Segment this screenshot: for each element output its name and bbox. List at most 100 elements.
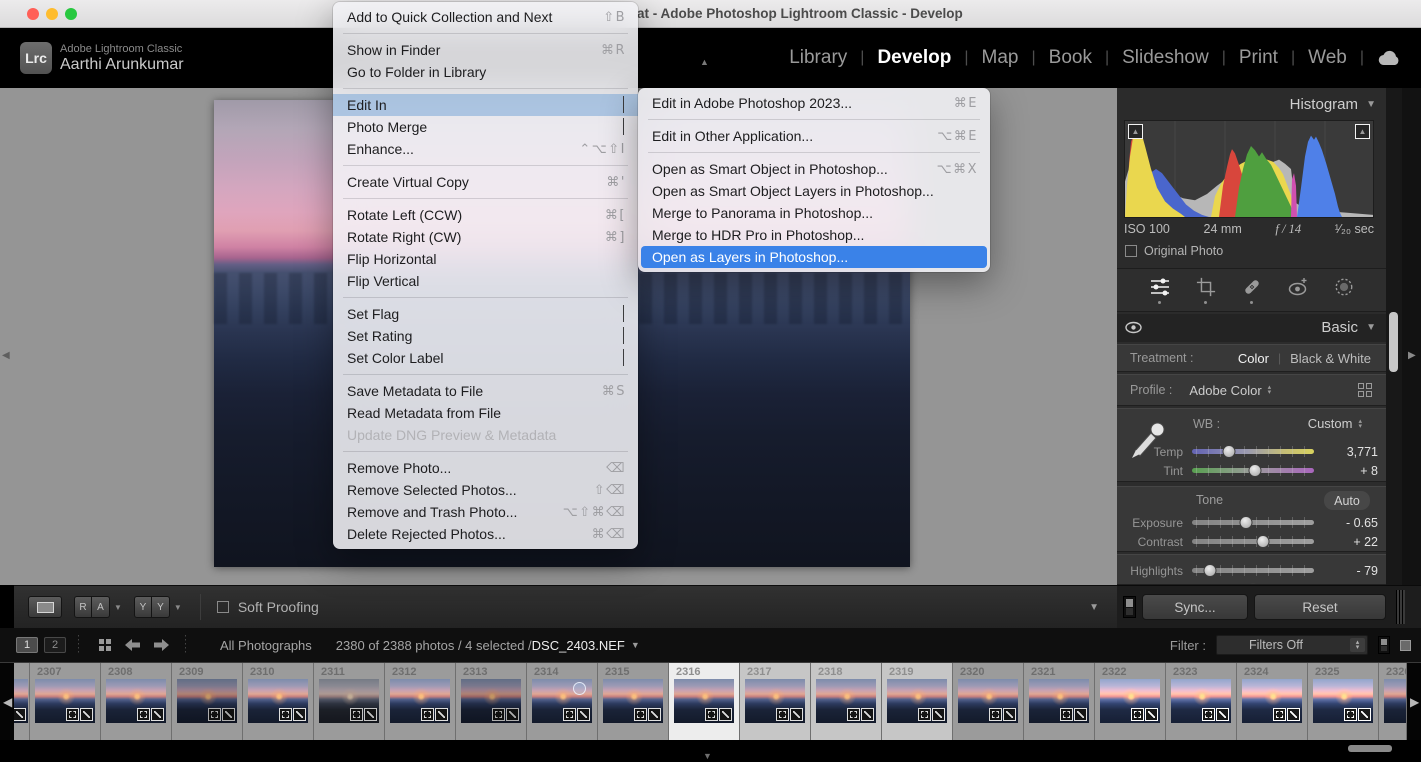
crop-badge-icon[interactable] — [208, 708, 221, 721]
left-panel-reveal-icon[interactable]: ◀ — [2, 350, 10, 361]
filmstrip-thumbnail-2326[interactable]: 2326 — [1379, 663, 1407, 741]
panel-eye-icon[interactable] — [1125, 321, 1142, 334]
crop-badge-icon[interactable] — [563, 708, 576, 721]
update-dng-preview-metadata-menu-item[interactable]: Update DNG Preview & Metadata — [333, 424, 638, 446]
flip-horizontal-menu-item[interactable]: Flip Horizontal — [333, 248, 638, 270]
loupe-view-button[interactable] — [28, 596, 62, 618]
edit-in-other-application-menu-item[interactable]: Edit in Other Application...⌥⌘E — [638, 125, 990, 147]
before-after-dropdown-icon[interactable]: ▼ — [174, 603, 182, 612]
adjustment-badge-icon[interactable] — [1074, 708, 1087, 721]
source-label[interactable]: All Photographs — [220, 638, 312, 653]
filmstrip-thumbnail-2317[interactable]: 2317 — [740, 663, 811, 741]
crop-badge-icon[interactable] — [634, 708, 647, 721]
before-view-button[interactable]: Y — [134, 596, 152, 618]
filmstrip-thumbnail-2322[interactable]: 2322 — [1095, 663, 1166, 741]
module-tab-library[interactable]: Library — [789, 47, 847, 69]
edit-in-adobe-photoshop-2023-menu-item[interactable]: Edit in Adobe Photoshop 2023...⌘E — [638, 92, 990, 114]
adjustment-badge-icon[interactable] — [790, 708, 803, 721]
profile-stepper-icon[interactable]: ▴▾ — [1268, 385, 1272, 395]
catalog-status[interactable]: 2380 of 2388 photos / 4 selected / DSC_2… — [336, 638, 640, 653]
grid-view-icon[interactable] — [99, 639, 111, 651]
reset-button[interactable]: Reset — [1254, 594, 1386, 620]
filmstrip-thumbnail-2315[interactable]: 2315 — [598, 663, 669, 741]
contrast-slider-thumb[interactable] — [1256, 535, 1269, 548]
filmstrip-scroll-left-icon[interactable]: ◀ — [3, 695, 12, 709]
adjustment-badge-icon[interactable] — [293, 708, 306, 721]
crop-badge-icon[interactable] — [918, 708, 931, 721]
close-button[interactable] — [27, 8, 39, 20]
auto-tone-button[interactable]: Auto — [1324, 491, 1370, 510]
adjustment-badge-icon[interactable] — [1003, 708, 1016, 721]
highlights-slider-track[interactable] — [1192, 568, 1314, 573]
add-to-quick-collection-and-next-menu-item[interactable]: Add to Quick Collection and Next⇧B — [333, 6, 638, 28]
crop-badge-icon[interactable] — [421, 708, 434, 721]
crop-badge-icon[interactable] — [989, 708, 1002, 721]
merge-to-hdr-pro-in-photoshop-menu-item[interactable]: Merge to HDR Pro in Photoshop... — [638, 224, 990, 246]
adjustment-badge-icon[interactable] — [719, 708, 732, 721]
compare-dropdown-icon[interactable]: ▼ — [114, 603, 122, 612]
soft-proofing-checkbox[interactable] — [217, 601, 229, 613]
contrast-slider-track[interactable] — [1192, 539, 1314, 544]
temp-slider[interactable]: Temp3,771 — [1117, 442, 1386, 461]
module-tab-print[interactable]: Print — [1239, 47, 1278, 69]
crop-badge-icon[interactable] — [66, 708, 79, 721]
adjustment-badge-icon[interactable] — [577, 708, 590, 721]
crop-badge-icon[interactable] — [1344, 708, 1357, 721]
histogram[interactable]: ▲ ▲ — [1124, 120, 1374, 218]
crop-badge-icon[interactable] — [776, 708, 789, 721]
before-after-buttons[interactable]: Y Y — [134, 596, 170, 618]
adjustment-badge-icon[interactable] — [222, 708, 235, 721]
filmstrip-thumbnail-2321[interactable]: 2321 — [1024, 663, 1095, 741]
filmstrip-thumbnail-2312[interactable]: 2312 — [385, 663, 456, 741]
filter-stepper-icon[interactable]: ▴▾ — [1350, 638, 1365, 652]
basic-disclosure-icon[interactable]: ▼ — [1366, 322, 1376, 333]
crop-badge-icon[interactable] — [1202, 708, 1215, 721]
original-photo-checkbox[interactable] — [1125, 245, 1137, 257]
treatment-bw-option[interactable]: Black & White — [1290, 351, 1371, 366]
sync-toggle-switch[interactable] — [1123, 596, 1136, 618]
crop-tool-button[interactable] — [1195, 277, 1217, 304]
second-window-button[interactable]: 2 — [44, 637, 66, 653]
previous-photo-icon[interactable] — [125, 639, 140, 651]
save-metadata-to-file-menu-item[interactable]: Save Metadata to File⌘S — [333, 380, 638, 402]
adjustment-badge-icon[interactable] — [364, 708, 377, 721]
filmstrip-thumbnail-2309[interactable]: 2309 — [172, 663, 243, 741]
exposure-slider-thumb[interactable] — [1239, 516, 1252, 529]
crop-badge-icon[interactable] — [279, 708, 292, 721]
after-view-button[interactable]: Y — [152, 596, 170, 618]
enhance-menu-item[interactable]: Enhance...⌃⌥⇧I — [333, 138, 638, 160]
reference-view-button[interactable]: R — [74, 596, 92, 618]
filmstrip-scroll-right-icon[interactable]: ▶ — [1410, 695, 1419, 709]
next-photo-icon[interactable] — [154, 639, 169, 651]
filmstrip-thumbnail-2313[interactable]: 2313 — [456, 663, 527, 741]
crop-badge-icon[interactable] — [1060, 708, 1073, 721]
adjustment-badge-icon[interactable] — [861, 708, 874, 721]
main-window-button[interactable]: 1 — [16, 637, 38, 653]
module-tab-map[interactable]: Map — [982, 47, 1019, 69]
filmstrip-thumbnail-2325[interactable]: 2325 — [1308, 663, 1379, 741]
filmstrip-scrollbar-thumb[interactable] — [1348, 745, 1392, 752]
crop-badge-icon[interactable] — [847, 708, 860, 721]
panel-scrollbar-thumb[interactable] — [1389, 312, 1398, 372]
crop-badge-icon[interactable] — [705, 708, 718, 721]
wb-stepper-icon[interactable]: ▴▾ — [1358, 419, 1362, 429]
module-tab-slideshow[interactable]: Slideshow — [1122, 47, 1209, 69]
crop-badge-icon[interactable] — [1131, 708, 1144, 721]
tint-slider[interactable]: Tint+ 8 — [1117, 461, 1386, 480]
adjustment-badge-icon[interactable] — [506, 708, 519, 721]
minimize-button[interactable] — [46, 8, 58, 20]
show-in-finder-menu-item[interactable]: Show in Finder⌘R — [333, 39, 638, 61]
filmstrip-thumbnail-2316[interactable]: 2316 — [669, 663, 740, 741]
filmstrip-thumbnail-2308[interactable]: 2308 — [101, 663, 172, 741]
crop-badge-icon[interactable] — [350, 708, 363, 721]
filmstrip-thumbnail-2323[interactable]: 2323 — [1166, 663, 1237, 741]
tint-slider-track[interactable] — [1192, 468, 1314, 473]
shadow-clipping-indicator-icon[interactable]: ▲ — [1128, 124, 1143, 139]
adjustment-badge-icon[interactable] — [1145, 708, 1158, 721]
adjustment-badge-icon[interactable] — [80, 708, 93, 721]
open-as-smart-object-in-photoshop-menu-item[interactable]: Open as Smart Object in Photoshop...⌥⌘X — [638, 158, 990, 180]
collapse-top-panel-icon[interactable]: ▲ — [700, 57, 709, 67]
red-eye-tool-button[interactable] — [1287, 277, 1309, 304]
adjustment-badge-icon[interactable] — [151, 708, 164, 721]
temp-slider-thumb[interactable] — [1222, 445, 1235, 458]
